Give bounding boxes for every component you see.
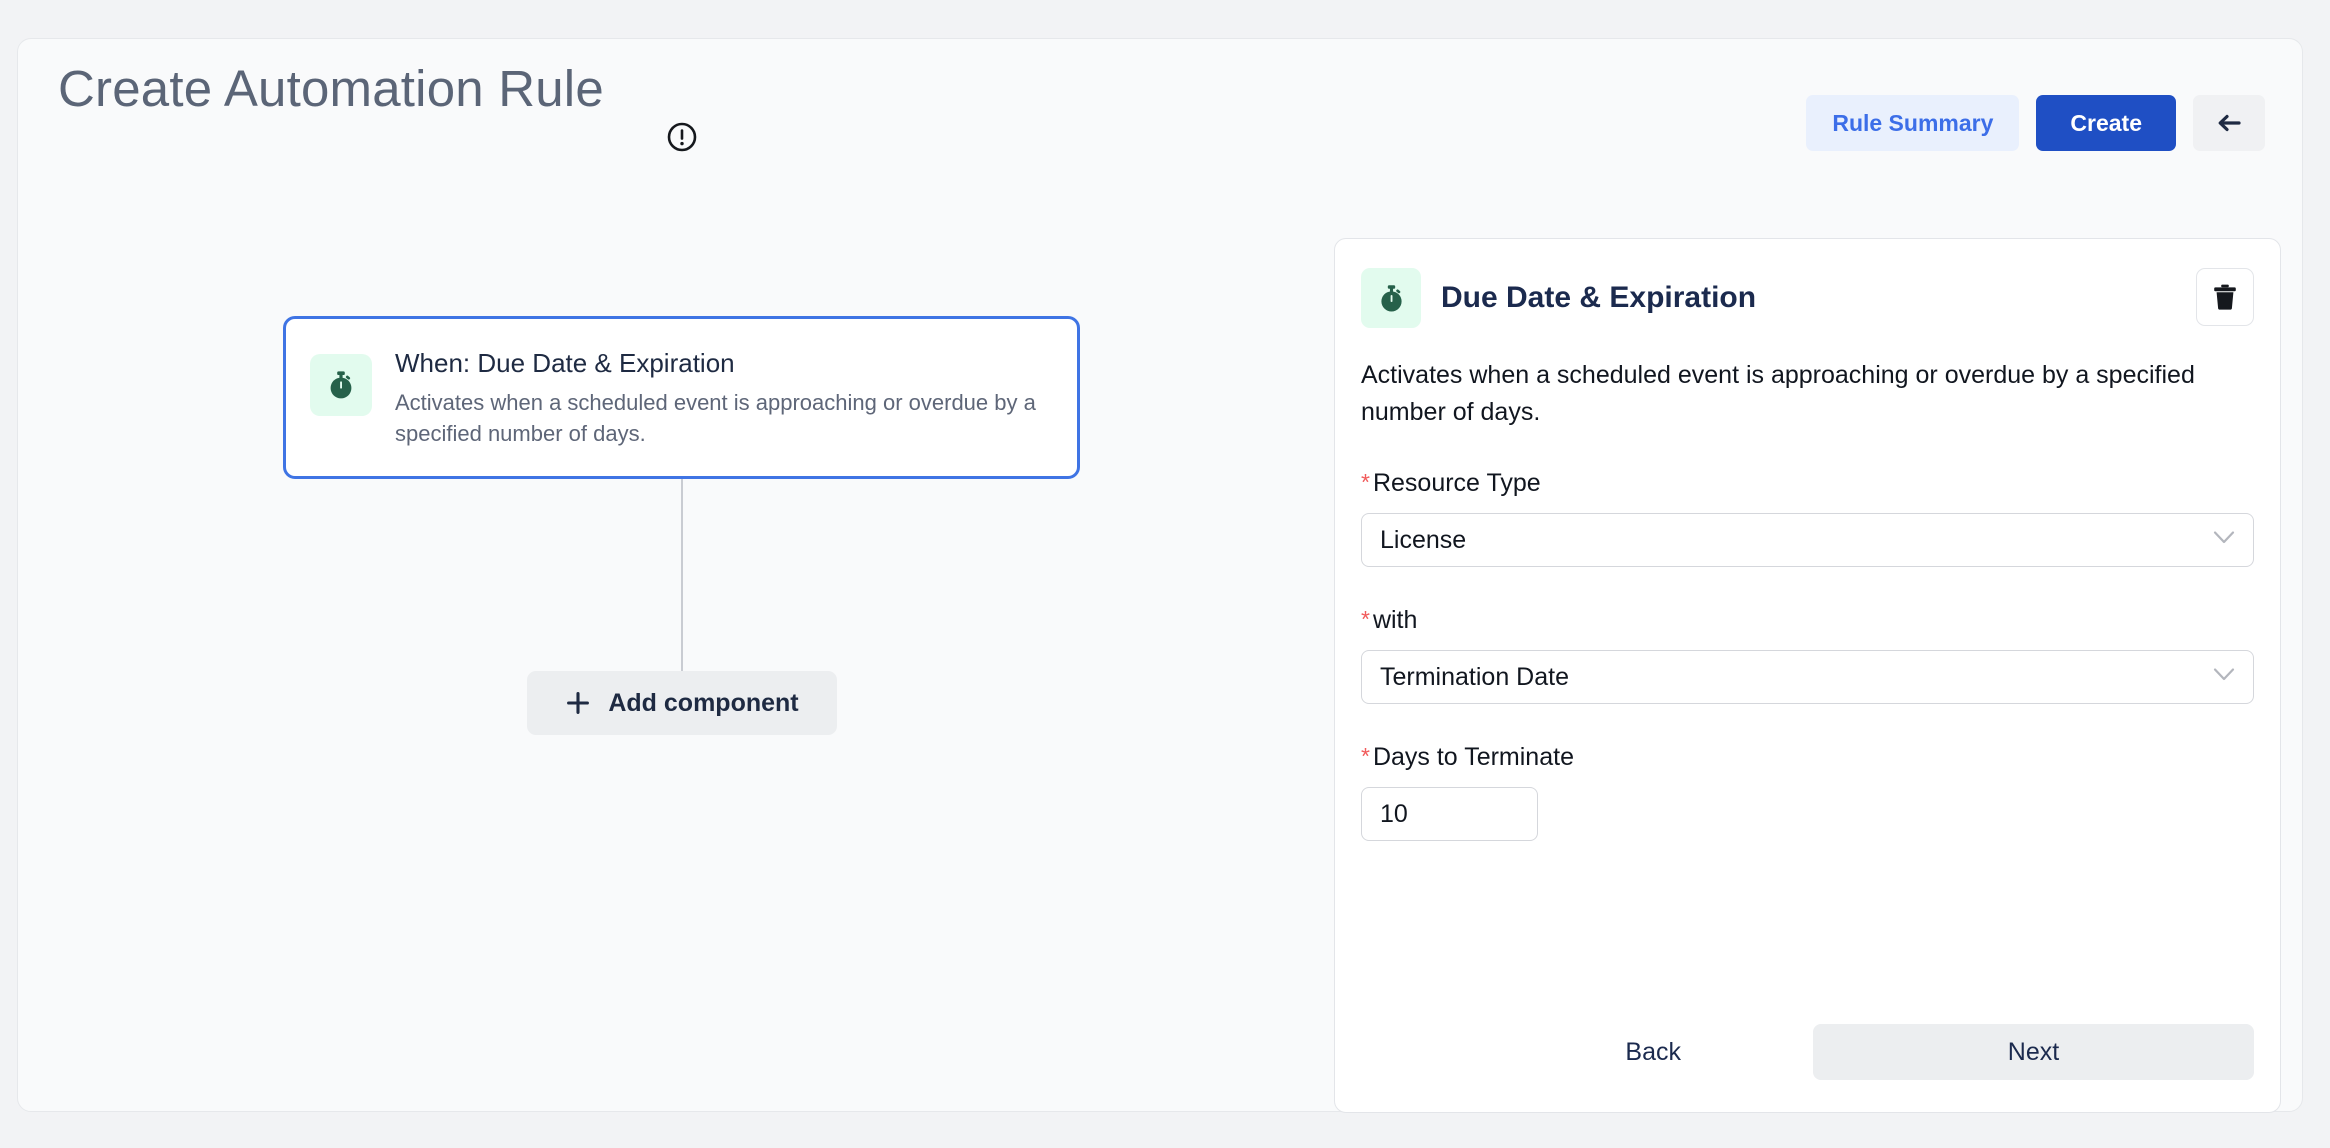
days-to-terminate-input[interactable] <box>1361 787 1538 841</box>
field-label-resource-type: * Resource Type <box>1361 468 2254 498</box>
panel-description: Activates when a scheduled event is appr… <box>1361 361 2195 426</box>
stopwatch-icon <box>310 354 372 416</box>
trash-icon <box>2212 283 2238 311</box>
page-header: Create Automation Rule Rule Summary Crea… <box>18 39 2302 152</box>
plus-icon <box>565 690 591 716</box>
back-navigation-button[interactable] <box>2193 95 2265 151</box>
trigger-node-text: When: Due Date & Expiration Activates wh… <box>395 345 1045 449</box>
trigger-node-title: When: Due Date & Expiration <box>395 348 735 378</box>
trigger-node-description: Activates when a scheduled event is appr… <box>395 389 1036 446</box>
header-actions: Rule Summary Create <box>1806 95 2265 151</box>
field-days-to-terminate: * Days to Terminate <box>1361 742 2254 841</box>
app-screen: Create Automation Rule Rule Summary Crea… <box>0 0 2330 1148</box>
required-marker: * <box>1361 469 1370 495</box>
field-label-text: Resource Type <box>1372 469 1541 497</box>
field-label-days-to-terminate: * Days to Terminate <box>1361 742 2254 772</box>
page-card: Create Automation Rule Rule Summary Crea… <box>17 38 2303 1113</box>
rule-summary-button[interactable]: Rule Summary <box>1806 95 2020 151</box>
field-label-text: with <box>1372 606 1418 634</box>
rule-canvas: When: Due Date & Expiration Activates wh… <box>18 149 1318 1113</box>
create-button[interactable]: Create <box>2036 95 2176 151</box>
resource-type-select[interactable]: License <box>1361 513 2254 567</box>
required-marker: * <box>1361 606 1370 632</box>
field-resource-type: * Resource Type License <box>1361 468 2254 567</box>
component-inspector-panel: Due Date & Expiration Activates when a s… <box>1334 238 2281 1113</box>
delete-component-button[interactable] <box>2196 268 2254 326</box>
field-with: * with Termination Date <box>1361 605 2254 704</box>
with-value: Termination Date <box>1380 662 1569 691</box>
stopwatch-icon <box>1361 268 1421 328</box>
trigger-node-card[interactable]: When: Due Date & Expiration Activates wh… <box>283 316 1080 479</box>
add-component-label: Add component <box>608 688 799 717</box>
required-marker: * <box>1361 743 1370 769</box>
chevron-down-icon <box>2213 531 2235 550</box>
panel-back-button[interactable]: Back <box>1595 1024 1711 1080</box>
panel-title: Due Date & Expiration <box>1441 281 1757 314</box>
node-connector-line <box>681 479 683 672</box>
chevron-down-icon <box>2213 668 2235 687</box>
field-label-with: * with <box>1361 605 2254 635</box>
panel-footer: Back Next <box>1361 1024 2254 1080</box>
arrow-left-icon <box>2214 108 2244 138</box>
field-label-text: Days to Terminate <box>1372 743 1574 771</box>
panel-next-button[interactable]: Next <box>1813 1024 2254 1080</box>
with-select[interactable]: Termination Date <box>1361 650 2254 704</box>
panel-header: Due Date & Expiration <box>1361 267 2254 329</box>
add-component-button[interactable]: Add component <box>527 671 837 735</box>
resource-type-value: License <box>1380 525 1467 554</box>
page-title: Create Automation Rule <box>58 60 604 117</box>
